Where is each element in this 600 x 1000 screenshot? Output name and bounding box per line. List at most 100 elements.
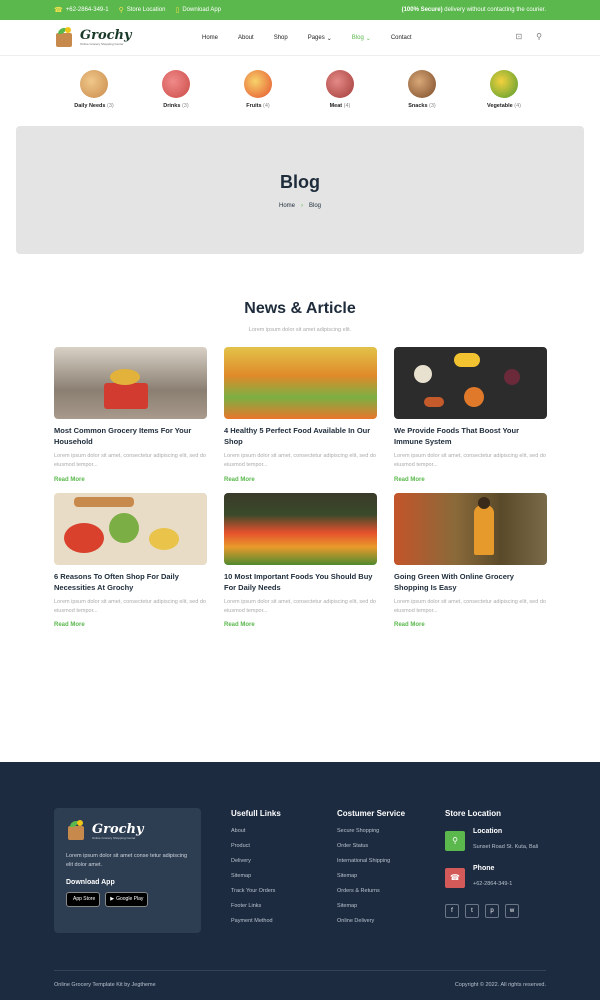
footer-link[interactable]: Product (231, 843, 281, 849)
footer-link[interactable]: Payment Method (231, 918, 281, 924)
read-more-link[interactable]: Read More (224, 622, 377, 628)
page-banner: Blog Home › Blog (16, 126, 584, 254)
footer-link[interactable]: Orders & Returns (337, 888, 405, 894)
footer-logo[interactable]: Grochy Online Grocery Shopping Center (66, 820, 189, 842)
post-image-fruit-shelf[interactable] (224, 347, 377, 419)
category-snacks[interactable]: Snacks (3) (398, 70, 446, 126)
location-pin-icon: ⚲ (445, 830, 465, 851)
footer-link[interactable]: Sitemap (337, 903, 405, 909)
post-image-woman-shopping[interactable] (394, 492, 547, 565)
breadcrumb-home[interactable]: Home (279, 203, 295, 209)
whatsapp-icon[interactable]: w (505, 904, 519, 918)
post-image-market-stall[interactable] (224, 492, 377, 565)
google-play-button[interactable]: ▶ Google Play (105, 891, 149, 907)
post-excerpt: Lorem ipsum dolor sit amet, consectetur … (394, 598, 546, 615)
post-image-immune-foods[interactable] (394, 347, 547, 419)
footer-link[interactable]: Sitemap (337, 873, 405, 879)
footer-description: Lorem ipsum dolor sit amet conse tetur a… (66, 853, 188, 869)
footer-link[interactable]: Delivery (231, 858, 281, 864)
footer-brand-box: Grochy Online Grocery Shopping Center Lor… (54, 808, 201, 933)
footer-link[interactable]: Sitemap (231, 873, 281, 879)
post-excerpt: Lorem ipsum dolor sit amet, consectetur … (224, 598, 376, 615)
social-links: f t p w (445, 904, 538, 918)
customer-service-column: Costumer Service Secure Shopping Order S… (337, 809, 406, 924)
template-credit: Online Grocery Template Kit by Jegtheme (54, 982, 156, 988)
post-excerpt: Lorem ipsum dolor sit amet, consectetur … (394, 453, 546, 469)
category-meat[interactable]: Meat (4) (316, 70, 364, 126)
nav-about[interactable]: About (238, 35, 254, 41)
blog-card: Most Common Grocery Items For Your House… (54, 347, 207, 483)
topbar-store-location[interactable]: Store Location (127, 7, 166, 13)
nav-blog[interactable]: Blog ⌄ (352, 35, 371, 42)
store-location-column: Store Location ⚲ Location Sunset Road St.… (445, 809, 538, 918)
page-title: Blog (280, 171, 320, 192)
grocery-bag-logo-icon (54, 26, 76, 49)
nav-contact[interactable]: Contact (391, 35, 412, 41)
bag-icon (80, 70, 108, 98)
download-app-title: Download App (66, 878, 115, 886)
blog-card: We Provide Foods That Boost Your Immune … (394, 347, 547, 483)
section-title: News & Article (244, 300, 356, 317)
search-icon[interactable]: ⚲ (536, 32, 542, 41)
post-excerpt: Lorem ipsum dolor sit amet, consectetur … (224, 453, 376, 469)
breadcrumb-current: Blog (309, 202, 322, 209)
category-fruits[interactable]: Fruits (4) (234, 70, 282, 126)
brand-logo[interactable]: Grochy Online Grocery Shopping Center (54, 26, 194, 49)
nav-pages[interactable]: Pages ⌄ (308, 35, 332, 42)
phone-icon: ☎ (445, 867, 465, 888)
brand-name: Grochy (80, 28, 132, 43)
location-pin-icon: ⚲ (118, 7, 124, 14)
breadcrumb: Home › Blog (279, 203, 321, 209)
read-more-link[interactable]: Read More (224, 477, 377, 483)
footer-link[interactable]: Secure Shopping (337, 828, 405, 834)
play-icon: ▶ (110, 896, 115, 903)
footer-link[interactable]: International Shipping (337, 858, 405, 864)
post-image-fresh-produce-table[interactable] (54, 492, 207, 565)
blog-card: 6 Reasons To Often Shop For Daily Necess… (54, 492, 207, 628)
useful-links-column: Usefull Links About Product Delivery Sit… (231, 809, 281, 924)
category-daily-needs[interactable]: Daily Needs (3) (70, 70, 118, 126)
top-bar: ☎ +62-2864-349-1 ⚲ Store Location ▯ Downloa… (0, 0, 600, 20)
post-title[interactable]: We Provide Foods That Boost Your Immune … (394, 425, 547, 449)
meat-icon (326, 70, 354, 98)
footer-bottom-bar: Online Grocery Template Kit by Jegtheme … (54, 970, 546, 988)
footer-link[interactable]: About (231, 828, 281, 834)
topbar-phone[interactable]: +62-2864-349-1 (66, 7, 109, 13)
mobile-icon: ▯ (175, 7, 180, 14)
site-header: Grochy Online Grocery Shopping Center Hom… (0, 20, 600, 56)
cart-icon[interactable]: ⊡ (515, 32, 522, 41)
read-more-link[interactable]: Read More (394, 622, 547, 628)
post-title[interactable]: 4 Healthy 5 Perfect Food Available In Ou… (224, 425, 377, 449)
twitter-icon[interactable]: t (465, 904, 479, 918)
read-more-link[interactable]: Read More (54, 622, 207, 628)
snacks-icon (408, 70, 436, 98)
category-strip: Daily Needs (3) Drinks (3) Fruits (4) Me… (0, 56, 600, 126)
post-title[interactable]: 10 Most Important Foods You Should Buy F… (224, 571, 377, 595)
read-more-link[interactable]: Read More (394, 477, 547, 483)
phone-icon: ☎ (54, 7, 63, 14)
read-more-link[interactable]: Read More (54, 477, 207, 483)
bottles-icon (162, 70, 190, 98)
footer-link[interactable]: Footer Links (231, 903, 281, 909)
section-subtitle: Lorem ipsum dolor sit amet adipiscing el… (248, 327, 352, 333)
facebook-icon[interactable]: f (445, 904, 459, 918)
blog-card: Going Green With Online Grocery Shopping… (394, 492, 547, 628)
post-title[interactable]: Most Common Grocery Items For Your House… (54, 425, 207, 449)
post-image-supermarket-cart[interactable] (54, 347, 207, 419)
pinterest-icon[interactable]: p (485, 904, 499, 918)
footer-link[interactable]: Order Status (337, 843, 405, 849)
nav-shop[interactable]: Shop (274, 35, 288, 41)
post-title[interactable]: 6 Reasons To Often Shop For Daily Necess… (54, 571, 207, 595)
site-footer: Grochy Online Grocery Shopping Center Lor… (0, 762, 600, 1000)
chevron-down-icon: ⌄ (365, 35, 371, 42)
phone-info: ☎ Phone +62-2864-349-1 (445, 865, 538, 890)
fruits-icon (244, 70, 272, 98)
category-drinks[interactable]: Drinks (3) (152, 70, 200, 126)
nav-home[interactable]: Home (202, 35, 218, 41)
topbar-download-app[interactable]: Download App (182, 7, 221, 13)
post-title[interactable]: Going Green With Online Grocery Shopping… (394, 571, 547, 595)
footer-link[interactable]: Online Delivery (337, 918, 405, 924)
footer-link[interactable]: Track Your Orders (231, 888, 281, 894)
app-store-button[interactable]: App Store (66, 891, 101, 907)
category-vegetable[interactable]: Vegetable (4) (480, 70, 528, 126)
